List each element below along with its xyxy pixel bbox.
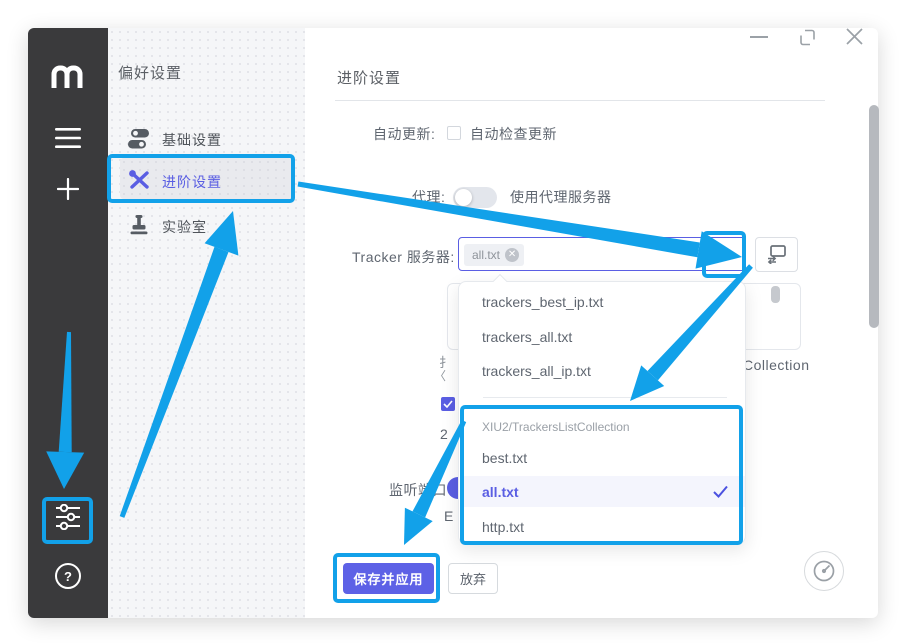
clipped-text-fragment: E	[444, 508, 454, 524]
preferences-title: 偏好设置	[118, 62, 182, 83]
dropdown-item[interactable]: trackers_best_ip.txt	[482, 294, 603, 310]
tracker-tag-label: all.txt	[472, 248, 500, 262]
screenshot-stage: ? 偏好设置 基础设置 进阶设置 实验室 进阶设置 自动更新	[0, 0, 906, 643]
preferences-nav-panel	[108, 28, 305, 618]
sync-icon	[767, 245, 787, 264]
close-icon[interactable]	[845, 27, 864, 46]
textarea-scrollbar-thumb[interactable]	[771, 286, 780, 303]
maximize-icon[interactable]	[799, 29, 816, 46]
motrix-logo-icon	[50, 64, 84, 88]
toggle-knob	[455, 189, 472, 206]
dropdown-item[interactable]: trackers_all.txt	[482, 329, 572, 345]
toggles-icon	[128, 129, 150, 149]
sync-trackers-button[interactable]	[755, 237, 798, 272]
scrollbar-thumb[interactable]	[869, 105, 879, 328]
tag-remove-icon[interactable]: ✕	[505, 248, 519, 262]
check-icon	[443, 400, 453, 408]
tools-icon	[128, 170, 150, 190]
clipped-text-fragment: 〈	[434, 367, 447, 384]
minimize-icon[interactable]	[750, 36, 768, 38]
auto-update-label: 自动更新:	[373, 124, 435, 144]
collection-text-fragment: Collection	[743, 357, 809, 373]
discard-button[interactable]: 放弃	[448, 563, 498, 594]
dropdown-item[interactable]: http.txt	[482, 519, 524, 535]
auto-update-checkbox-label: 自动检查更新	[470, 124, 557, 144]
tracker-tag: all.txt ✕	[464, 244, 524, 266]
proxy-toggle[interactable]	[453, 187, 497, 208]
help-button[interactable]: ?	[55, 563, 81, 589]
nav-item-advanced-settings-label: 进阶设置	[162, 172, 222, 192]
proxy-label: 代理:	[412, 187, 445, 207]
save-apply-button[interactable]: 保存并应用	[343, 563, 434, 594]
chevron-up-icon[interactable]	[718, 250, 734, 259]
nav-item-lab-label: 实验室	[162, 217, 207, 237]
auto-update-checkbox[interactable]	[447, 126, 461, 140]
title-divider	[335, 100, 825, 101]
dropdown-divider	[483, 397, 727, 398]
tracker-server-label: Tracker 服务器:	[352, 247, 455, 267]
lab-stamp-icon	[129, 215, 149, 235]
nav-item-basic-settings-label: 基础设置	[162, 130, 222, 150]
dropdown-item-selected[interactable]: all.txt	[482, 484, 519, 500]
sync-checkbox-checked[interactable]	[441, 397, 455, 411]
add-task-icon[interactable]	[57, 178, 79, 200]
clipped-text-fragment: 2	[440, 426, 448, 442]
preferences-sliders-icon[interactable]	[56, 504, 80, 530]
speed-limit-button[interactable]	[804, 551, 844, 591]
listen-port-label: 监听端口	[389, 480, 447, 500]
dropdown-item[interactable]: best.txt	[482, 450, 527, 466]
dropdown-group-label: XIU2/TrackersListCollection	[482, 420, 630, 434]
tracker-dropdown: trackers_best_ip.txt trackers_all.txt tr…	[458, 281, 746, 544]
proxy-toggle-label: 使用代理服务器	[510, 187, 612, 207]
task-list-icon[interactable]	[55, 128, 81, 148]
page-title: 进阶设置	[337, 67, 401, 88]
speedometer-icon	[811, 558, 837, 584]
dropdown-item[interactable]: trackers_all_ip.txt	[482, 363, 591, 379]
selected-check-icon	[713, 485, 728, 498]
help-question-icon: ?	[64, 569, 72, 584]
